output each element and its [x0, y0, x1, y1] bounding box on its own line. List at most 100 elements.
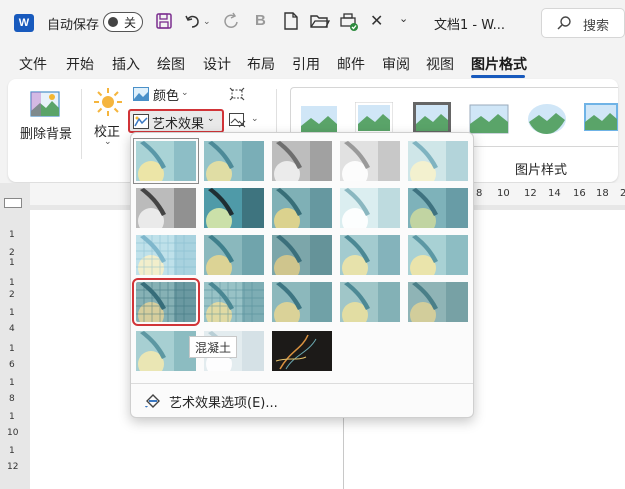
chevron-down-icon: ⌄ [207, 114, 215, 124]
effect-thumb[interactable] [272, 141, 332, 181]
artistic-effects-button[interactable]: 艺术效果 ⌄ [128, 109, 224, 133]
redo-icon[interactable] [222, 12, 240, 30]
ruler-tick-label: 12 [524, 188, 537, 199]
corrections-button[interactable]: 校正 ⌄ [90, 85, 126, 155]
ruler-tick-label: 18 [596, 188, 609, 199]
autosave-label: 自动保存 [47, 18, 100, 33]
ruler-tick-label: 16 [573, 188, 586, 199]
document-title: 文档1 - W... [434, 18, 505, 33]
artistic-effects-dropdown: 艺术效果选项(E)... [130, 132, 474, 418]
compress-pictures-icon[interactable] [229, 87, 245, 101]
effect-thumb[interactable] [136, 235, 196, 275]
remove-background-button[interactable]: 删除背景 [20, 85, 72, 145]
effect-thumb[interactable] [136, 331, 196, 371]
effect-thumb[interactable] [204, 235, 264, 275]
effect-thumb[interactable] [204, 188, 264, 228]
search-box[interactable]: 搜索 [541, 8, 625, 38]
ruler-tick-label: 1 [9, 230, 15, 240]
effect-thumb[interactable] [340, 235, 400, 275]
picture-style-thumb[interactable] [469, 104, 509, 138]
picture-style-thumb[interactable] [527, 102, 567, 140]
picture-style-thumb[interactable] [583, 102, 619, 138]
effect-thumb[interactable] [340, 141, 400, 181]
tab-references[interactable]: 引用 [292, 54, 320, 74]
vertical-ruler: 1 2 1 1 2 1 4 1 6 1 8 1 10 1 12 [4, 210, 22, 489]
ruler-tick-label: 1 [9, 278, 15, 288]
effect-thumb[interactable] [340, 282, 400, 322]
tab-review[interactable]: 审阅 [382, 54, 410, 74]
close-icon[interactable]: ✕ [370, 11, 383, 30]
ribbon-divider [81, 89, 82, 159]
artistic-effects-icon [133, 114, 149, 129]
chevron-down-icon: ⌄ [181, 88, 189, 98]
ruler-tick-label: 1 [9, 258, 15, 268]
ruler-tick-label: 8 [476, 188, 483, 199]
ruler-corner [4, 198, 22, 208]
ruler-tick-label: 1 [9, 344, 15, 354]
artistic-effects-options-label: 艺术效果选项(E)... [169, 396, 278, 411]
tab-draw[interactable]: 绘图 [157, 54, 185, 74]
tab-mailings[interactable]: 邮件 [337, 54, 365, 74]
effect-thumb[interactable] [133, 138, 199, 184]
effect-thumb[interactable] [408, 235, 468, 275]
remove-background-icon [30, 91, 60, 117]
color-icon [133, 87, 149, 101]
word-logo-icon: W [14, 14, 34, 32]
effect-thumb[interactable] [408, 141, 468, 181]
ruler-tick-label: 1 [9, 446, 15, 456]
search-placeholder: 搜索 [583, 19, 610, 34]
tab-picture-format[interactable]: 图片格式 [471, 54, 527, 74]
customize-toolbar-icon[interactable]: ⌄ [399, 12, 408, 25]
sun-icon [93, 87, 123, 117]
open-folder-icon[interactable] [310, 13, 330, 29]
chevron-down-icon: ⌄ [104, 137, 112, 147]
bold-icon[interactable]: B [255, 12, 266, 29]
effect-tooltip: 混凝土 [189, 336, 238, 358]
ruler-tick-label: 2 [9, 290, 15, 300]
tab-design[interactable]: 设计 [203, 54, 231, 74]
effect-thumb[interactable] [408, 282, 468, 322]
new-document-icon[interactable] [283, 12, 299, 30]
remove-background-label: 删除背景 [20, 127, 73, 142]
effect-thumb[interactable] [272, 282, 332, 322]
paint-bucket-icon [144, 392, 162, 410]
ribbon-tab-bar: 文件 开始 插入 绘图 设计 布局 引用 邮件 审阅 视图 图片格式 [0, 46, 625, 78]
effect-thumb[interactable] [204, 282, 264, 322]
toggle-knob [108, 17, 118, 27]
chevron-down-icon[interactable]: ⌄ [251, 114, 259, 124]
undo-icon[interactable] [184, 12, 202, 30]
title-bar: W 自动保存 关 ⌄ B ✕ ⌄ 文档1 - W... 搜索 [0, 0, 625, 46]
tab-file[interactable]: 文件 [19, 54, 47, 74]
color-label: 颜色 [153, 89, 180, 104]
effect-thumb[interactable] [204, 141, 264, 181]
ruler-tick-label: 4 [9, 324, 15, 334]
tab-view[interactable]: 视图 [426, 54, 454, 74]
effect-thumb[interactable] [272, 188, 332, 228]
menu-separator [131, 383, 473, 384]
ruler-tick-label: 20 [620, 188, 625, 199]
ruler-tick-label: 10 [7, 428, 19, 438]
ruler-tick-label: 12 [7, 462, 19, 472]
print-check-icon[interactable] [339, 12, 359, 32]
effect-thumb[interactable] [408, 188, 468, 228]
tab-layout[interactable]: 布局 [247, 54, 275, 74]
effect-thumb[interactable] [272, 331, 332, 371]
ruler-tick-label: 1 [9, 308, 15, 318]
tab-insert[interactable]: 插入 [112, 54, 140, 74]
effect-thumb[interactable] [132, 278, 200, 326]
tab-home[interactable]: 开始 [66, 54, 94, 74]
color-button[interactable]: 颜色 ⌄ [133, 85, 203, 105]
save-icon[interactable] [155, 12, 173, 30]
effect-thumb[interactable] [136, 188, 196, 228]
undo-dropdown-icon[interactable]: ⌄ [203, 17, 211, 27]
change-picture-icon[interactable] [229, 113, 247, 129]
search-icon [556, 15, 572, 31]
ruler-tick-label: 1 [9, 378, 15, 388]
autosave-toggle[interactable]: 关 [103, 12, 143, 32]
ruler-tick-label: 10 [497, 188, 510, 199]
artistic-effects-options-item[interactable]: 艺术效果选项(E)... [139, 389, 465, 413]
effect-thumb[interactable] [340, 188, 400, 228]
picture-styles-label: 图片样式 [515, 163, 568, 178]
effect-thumb[interactable] [272, 235, 332, 275]
artistic-effects-label: 艺术效果 [152, 117, 205, 132]
